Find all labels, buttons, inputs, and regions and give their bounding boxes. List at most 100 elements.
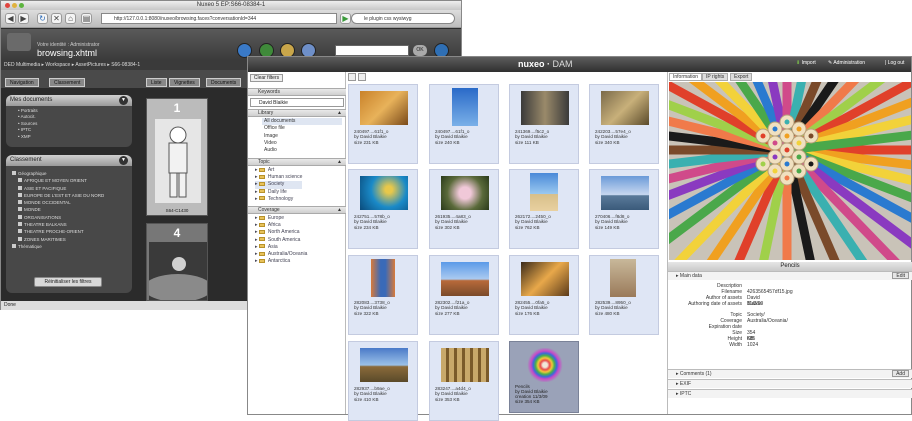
stop-icon[interactable]: ✕ [51, 13, 62, 24]
tree-item[interactable]: ORGANISATIONS [12, 214, 104, 221]
library-item[interactable]: Office file [264, 125, 342, 132]
browser-search-input[interactable]: le plugin css wysiwyg [351, 13, 455, 24]
main-data-section-header[interactable]: ▸ Main data Edit [668, 271, 912, 280]
go-icon[interactable]: ▶ [340, 13, 351, 24]
asset-card[interactable]: 240497....61f1_o by David Blaikie size 231… [348, 84, 418, 164]
reload-icon[interactable]: ↻ [37, 13, 48, 24]
keywords-section-header[interactable]: Keywords [248, 88, 346, 96]
exif-section-header[interactable]: ▸ EXIF [668, 379, 912, 388]
tab-export[interactable]: Export [730, 73, 753, 81]
view-list-button[interactable]: Liste [146, 78, 167, 87]
library-item[interactable]: Image [264, 133, 342, 140]
tree-item[interactable]: ▸ Africa [255, 222, 307, 229]
tree-item[interactable]: ZONES MARITIMES [12, 236, 104, 243]
close-icon[interactable] [5, 3, 10, 8]
folder-icon [258, 237, 265, 242]
tree-root[interactable]: Géographique [12, 170, 104, 177]
library-item[interactable]: Video [264, 140, 342, 147]
view-documents-button[interactable]: Documents [206, 78, 242, 87]
tab-information[interactable]: Information [669, 73, 703, 81]
tree-item[interactable]: THEATRE BALKANS [12, 221, 104, 228]
add-comment-button[interactable]: Add [892, 370, 909, 377]
tab-classement[interactable]: Classement [49, 78, 86, 87]
asset-card[interactable]: 283247....a4d4_o by David Blaikie size 353… [429, 341, 499, 421]
app-search-input[interactable] [335, 45, 409, 56]
tree-item[interactable]: ▸ Human science [255, 174, 302, 181]
tree-item[interactable]: ▸ North America [255, 229, 307, 236]
tree-item[interactable]: THEATRE PROCHE-ORIENT [12, 228, 104, 235]
home-icon[interactable]: ⌂ [65, 13, 76, 24]
panel-title: Classement [10, 157, 42, 163]
tree-item[interactable]: ▸ Antarctica [255, 258, 307, 265]
tree-item[interactable]: ▸ Australia/Oceania [255, 251, 307, 258]
keyword-input[interactable]: David Blaikie [250, 98, 344, 107]
tree-item[interactable]: ▸ Europe [255, 215, 307, 222]
asset-card[interactable]: 241369....f5c2_o by David Blaikie size 111… [509, 84, 579, 164]
library-item[interactable]: All documents [262, 118, 342, 126]
chevron-up-icon[interactable]: ▲ [337, 159, 342, 166]
ok-button[interactable]: OK [413, 45, 427, 56]
filter-sidebar: Clear filters Keywords David Blaikie Lib… [248, 72, 346, 414]
status-bar: Done [1, 301, 249, 310]
asset-thumbnail [521, 348, 569, 382]
chevron-down-icon[interactable]: ▼ [119, 96, 128, 105]
tree-item[interactable]: ASIE ET PACIFIQUE [12, 185, 104, 192]
view-thumbnails-button[interactable]: Vignettes [169, 78, 200, 87]
import-link[interactable]: ⬇ Import [796, 60, 816, 66]
list-item[interactable]: • XMP [18, 134, 38, 140]
page-name: browsing.xhtml [37, 48, 98, 58]
bookmark-icon[interactable]: ▤ [81, 13, 92, 24]
forward-arrow-icon[interactable]: ▶ [18, 13, 29, 24]
logout-link[interactable]: | Log out [885, 60, 904, 66]
asset-card[interactable]: 282302....f21a_o by David Blaikie size 277… [429, 255, 499, 335]
iptc-section-header[interactable]: ▸ IPTC [668, 389, 912, 398]
asset-card[interactable]: 282937....b9ae_o by David Blaikie size 410… [348, 341, 418, 421]
wrench-icon: ✎ [828, 60, 833, 66]
asset-card[interactable]: 261935....4a83_o by David Blaikie size 302… [429, 169, 499, 249]
comments-section-header[interactable]: ▸ Comments (1) Add [668, 369, 912, 378]
topic-section-header[interactable]: Topic ▲ [248, 158, 346, 166]
asset-card[interactable]: 242751....578b_o by David Blaikie size 234… [348, 169, 418, 249]
tree-item[interactable]: ▸ Daily life [255, 189, 302, 196]
zoom-icon[interactable] [19, 3, 24, 8]
chevron-down-icon[interactable]: ▼ [119, 156, 128, 165]
thumbnail-card[interactable]: 4 [146, 223, 208, 301]
asset-card[interactable]: 270406....f8d8_o by David Blaikie size 149… [589, 169, 659, 249]
tree-item[interactable]: ▸ Asia [255, 244, 307, 251]
coverage-section-header[interactable]: Coverage ▲ [248, 206, 346, 214]
list-view-icon[interactable] [348, 73, 356, 81]
asset-card[interactable]: 240497....61f1_o by David Blaikie size 240… [429, 84, 499, 164]
asset-thumbnail [601, 176, 649, 210]
minimize-icon[interactable] [12, 3, 17, 8]
tree-item[interactable]: AFRIQUE ET MOYEN ORIENT [12, 177, 104, 184]
thumbnail-caption: S64-C1430 [165, 208, 189, 213]
edit-button[interactable]: Edit [892, 272, 909, 279]
tab-navigation[interactable]: Navigation [5, 78, 39, 87]
tab-ip-rights[interactable]: IP rights [702, 73, 729, 81]
asset-card[interactable]: 282539....8950_o by David Blaikie size 480… [589, 255, 659, 335]
asset-card[interactable]: 242203....57e4_o by David Blaikie size 340… [589, 84, 659, 164]
tree-item[interactable]: MONDE [12, 206, 104, 213]
clear-filters-button[interactable]: Clear filters [250, 74, 283, 82]
asset-card-selected[interactable]: Pencils by David Blaikie creation 11/3/09 s… [509, 341, 579, 413]
tree-item[interactable]: EUROPE DE L'EST ET ASIE DU NORD [12, 192, 104, 199]
asset-card[interactable]: 282083....3738_o by David Blaikie size 322… [348, 255, 418, 335]
tree-item[interactable]: ▸ Technology [255, 196, 302, 203]
grid-view-icon[interactable] [358, 73, 366, 81]
chevron-up-icon[interactable]: ▲ [337, 207, 342, 214]
tree-item[interactable]: ▸ Art [255, 167, 302, 174]
url-bar[interactable]: http://127.0.0.1:8080/nuxeo/browsing.fac… [101, 13, 337, 24]
reset-filters-button[interactable]: Réinitialiser les filtres [34, 277, 102, 287]
back-arrow-icon[interactable]: ◀ [5, 13, 16, 24]
tree-item[interactable]: MONDE OCCIDENTAL [12, 199, 104, 206]
library-section-header[interactable]: Library ▲ [248, 109, 346, 117]
chevron-up-icon[interactable]: ▲ [337, 110, 342, 117]
library-item[interactable]: Audio [264, 147, 342, 154]
administration-link[interactable]: ✎ Administration [828, 60, 865, 66]
tree-item[interactable]: ▸ South America [255, 237, 307, 244]
thumbnail-card[interactable]: 1 S64-C1430 [146, 98, 208, 216]
tree-item[interactable]: ▸ Society [255, 181, 303, 189]
tree-root[interactable]: Thématique [12, 243, 104, 250]
asset-card[interactable]: 282455....0fa5_o by David Blaikie size 176… [509, 255, 579, 335]
asset-card[interactable]: 262172....2450_o by David Blaikie size 762… [509, 169, 579, 249]
